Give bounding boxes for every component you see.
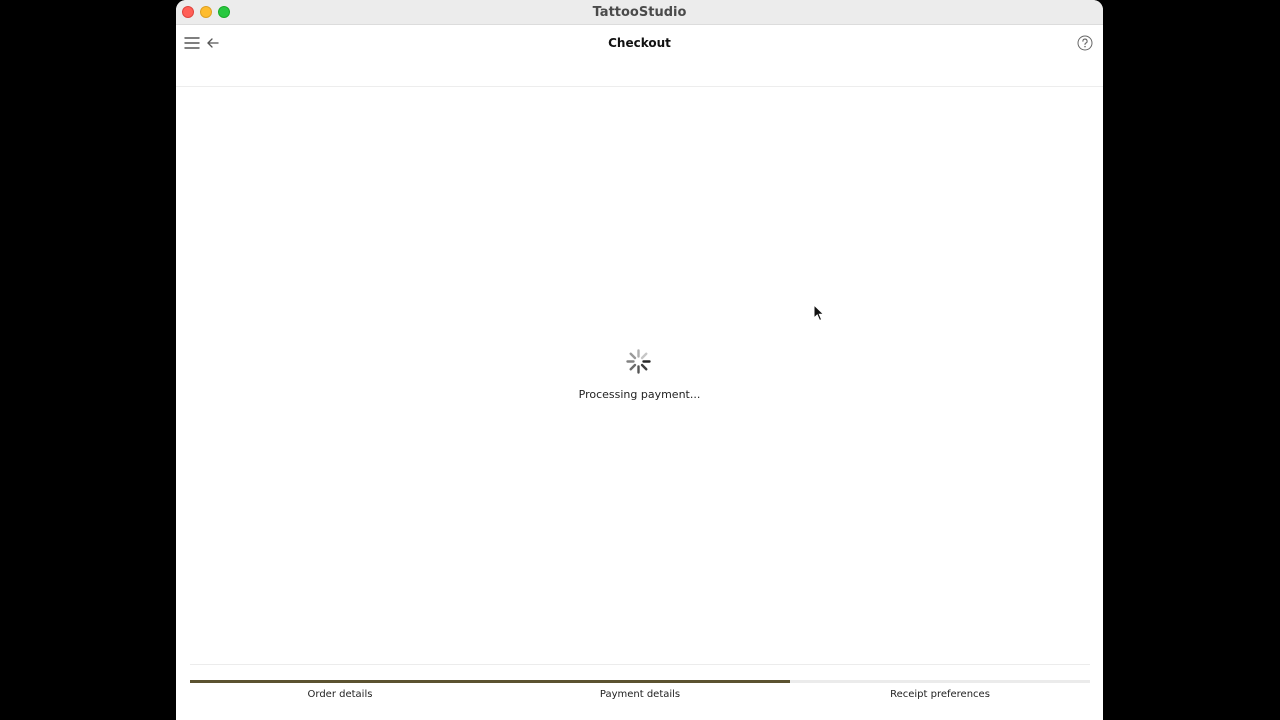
spinner-spoke	[629, 352, 637, 360]
app-window: TattooStudio Checkout Processing payment…	[176, 0, 1103, 720]
title-bar: TattooStudio	[176, 0, 1103, 25]
spinner-spoke	[640, 363, 648, 371]
mouse-pointer-icon	[813, 304, 825, 322]
checkout-steps: Order details Payment details Receipt pr…	[190, 689, 1090, 700]
spinner-spoke	[629, 363, 637, 371]
loading-spinner-icon	[626, 349, 651, 374]
window-title: TattooStudio	[592, 5, 687, 20]
question-circle-icon[interactable]	[1077, 35, 1093, 51]
step-receipt-preferences[interactable]: Receipt preferences	[790, 689, 1090, 700]
page-title: Checkout	[608, 36, 671, 50]
progress-track	[190, 680, 1090, 683]
spinner-spoke	[640, 352, 648, 360]
progress-fill	[190, 680, 791, 683]
processing-status-text: Processing payment...	[578, 388, 701, 401]
step-payment-details[interactable]: Payment details	[490, 689, 790, 700]
main-content: Processing payment...	[176, 87, 1103, 664]
checkout-progress-footer: Order details Payment details Receipt pr…	[190, 664, 1090, 720]
step-order-details[interactable]: Order details	[190, 689, 490, 700]
toolbar	[176, 25, 1103, 87]
